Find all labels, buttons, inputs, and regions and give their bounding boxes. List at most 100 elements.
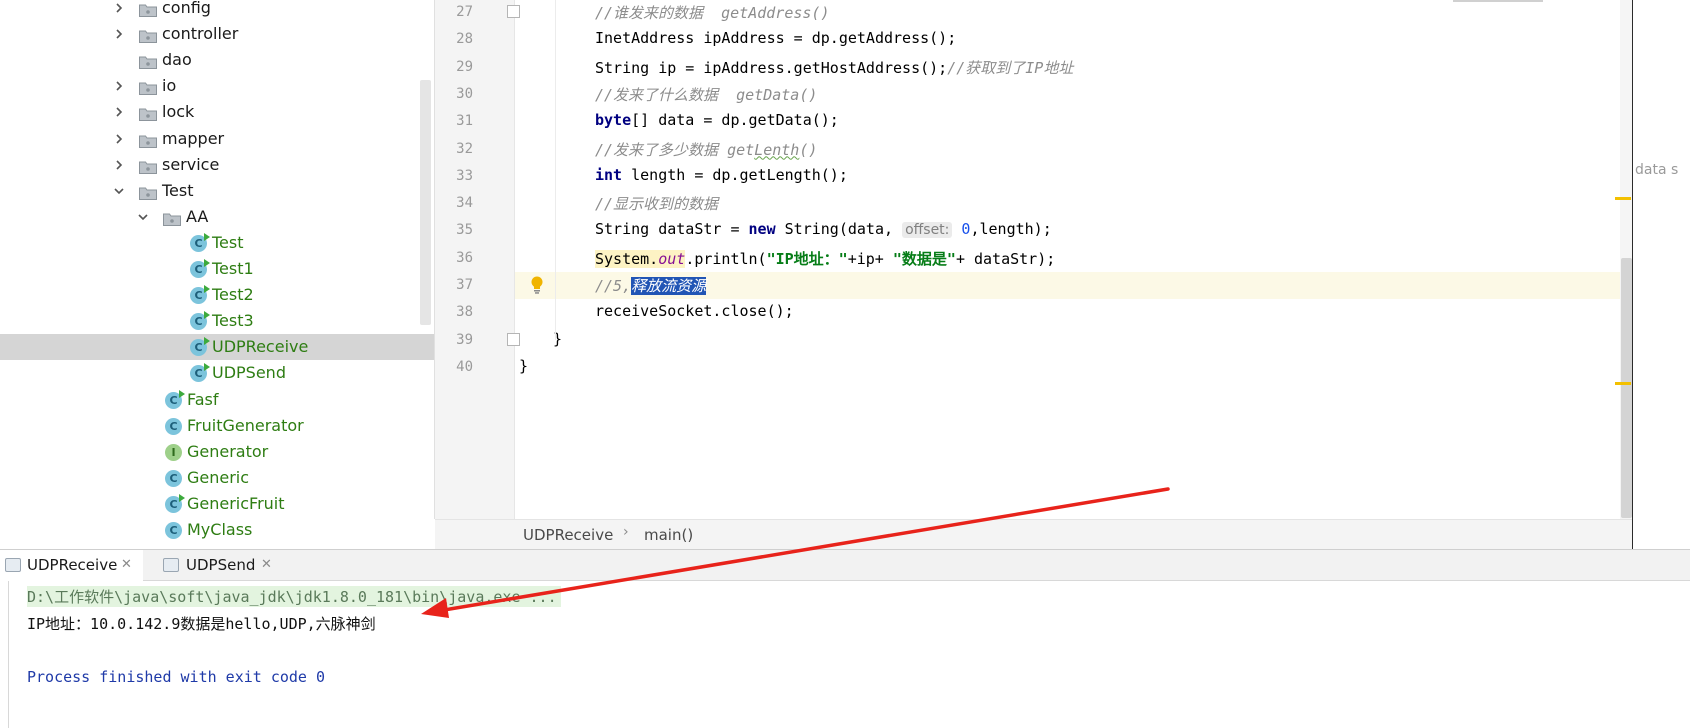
- run-tab-udpreceive[interactable]: UDPReceive ✕: [0, 550, 143, 581]
- line-number: 37: [456, 277, 473, 293]
- tree-node-aa[interactable]: AA: [0, 204, 434, 230]
- folder-icon: [139, 185, 157, 200]
- chevron-down-icon[interactable]: [113, 185, 125, 197]
- code-line[interactable]: String dataStr = new String(data, offset…: [515, 217, 1633, 244]
- close-icon[interactable]: ✕: [121, 557, 132, 572]
- fold-icon[interactable]: [507, 5, 520, 18]
- chevron-down-icon[interactable]: [137, 211, 149, 223]
- run-badge-icon: [204, 285, 210, 294]
- line-number: 34: [456, 195, 473, 212]
- divider: [1453, 0, 1543, 2]
- chevron-right-icon[interactable]: [113, 133, 125, 145]
- chevron-right-icon[interactable]: [113, 80, 125, 92]
- line-number: 36: [456, 249, 473, 266]
- class-icon: C: [190, 337, 210, 357]
- tree-node-label: AA: [186, 206, 209, 226]
- code-text: String ip = ipAddress.getHostAddress();/…: [595, 58, 1074, 77]
- tree-node-test[interactable]: Test: [0, 178, 434, 204]
- chevron-right-icon[interactable]: [113, 106, 125, 118]
- tree-node-lock[interactable]: lock: [0, 99, 434, 125]
- tree-node-test2[interactable]: C Test2: [0, 282, 434, 308]
- class-icon: C: [165, 522, 182, 539]
- tree-node-label: GenericFruit: [187, 493, 285, 513]
- tree-node-fasf[interactable]: C Fasf: [0, 387, 434, 413]
- folder-icon: [139, 28, 157, 44]
- tree-node-fruitgenerator[interactable]: C FruitGenerator: [0, 413, 434, 439]
- tree-node-label: UDPReceive: [212, 337, 309, 357]
- code-text: InetAddress ipAddress = dp.getAddress();: [595, 29, 957, 48]
- warning-marker[interactable]: [1615, 197, 1631, 200]
- tree-node-label: io: [162, 76, 177, 96]
- code-line[interactable]: //5,释放流资源: [515, 272, 1633, 299]
- code-line[interactable]: int length = dp.getLength();: [515, 163, 1633, 190]
- code-line[interactable]: //发来了什么数据 getData(): [515, 81, 1633, 108]
- run-tabs-bar: UDPReceive ✕ UDPSend ✕: [0, 549, 1690, 581]
- code-line[interactable]: }: [515, 354, 1633, 381]
- tree-node-test3[interactable]: C Test3: [0, 308, 434, 334]
- tree-node-controller[interactable]: controller: [0, 21, 434, 47]
- breadcrumb-method[interactable]: main(): [644, 526, 693, 544]
- chevron-right-icon[interactable]: [113, 28, 125, 40]
- code-text: receiveSocket.close();: [595, 302, 794, 321]
- code-text: //谁发来的数据 getAddress(): [595, 4, 830, 22]
- code-line[interactable]: System.out.println("IP地址："+ip+ "数据是"+ da…: [515, 245, 1633, 272]
- tree-node-label: Generator: [187, 441, 269, 461]
- fold-icon[interactable]: [507, 332, 520, 346]
- run-badge-icon: [179, 389, 185, 398]
- code-line[interactable]: String ip = ipAddress.getHostAddress();/…: [515, 54, 1633, 81]
- code-text: System.out.println("IP地址："+ip+ "数据是"+ da…: [595, 249, 1056, 268]
- tree-node-service[interactable]: service: [0, 152, 434, 178]
- code-line[interactable]: byte[] data = dp.getData();: [515, 108, 1633, 135]
- code-line[interactable]: InetAddress ipAddress = dp.getAddress();: [515, 26, 1633, 53]
- console-icon: [5, 558, 21, 572]
- warning-marker[interactable]: [1615, 382, 1631, 385]
- tree-node-label: Test: [162, 180, 194, 200]
- tree-node-config[interactable]: config: [0, 0, 434, 21]
- run-tab-udpsend[interactable]: UDPSend ✕: [160, 550, 285, 581]
- tree-node-mapper[interactable]: mapper: [0, 126, 434, 152]
- run-console[interactable]: D:\工作软件\java\soft\java_jdk\jdk1.8.0_181\…: [0, 581, 1690, 728]
- line-number: 28: [456, 31, 473, 48]
- editor-scrollbar-thumb[interactable]: [1621, 258, 1632, 518]
- tree-node-test1[interactable]: C Test1: [0, 256, 434, 282]
- tree-node-generic[interactable]: C Generic: [0, 465, 434, 491]
- class-icon: C: [165, 469, 182, 487]
- code-line[interactable]: }: [515, 327, 1633, 354]
- code-line[interactable]: //发来了多少数据 getLenth(): [515, 136, 1633, 163]
- tree-node-label: mapper: [162, 128, 225, 148]
- tree-node-udpreceive[interactable]: C UDPReceive: [0, 334, 434, 361]
- code-text: String dataStr = new String(data, offset…: [595, 220, 1052, 239]
- class-icon: C: [190, 311, 210, 331]
- chevron-right-icon[interactable]: [113, 159, 125, 171]
- line-number: 39: [456, 331, 473, 348]
- tree-scrollbar-thumb[interactable]: [420, 80, 431, 325]
- folder-icon: [139, 80, 157, 96]
- code-line[interactable]: //显示收到的数据: [515, 190, 1633, 217]
- tree-node-test[interactable]: C Test: [0, 230, 434, 256]
- code-line[interactable]: //谁发来的数据 getAddress(): [515, 0, 1633, 26]
- console-left-edge: [8, 581, 9, 728]
- tree-node-genericfruit[interactable]: C GenericFruit: [0, 491, 434, 517]
- line-number: 38: [456, 304, 473, 321]
- folder-icon: [163, 211, 181, 226]
- close-icon[interactable]: ✕: [261, 557, 272, 572]
- class-icon: C: [165, 493, 185, 513]
- folder-icon: [139, 133, 157, 148]
- tree-node-myclass[interactable]: C MyClass: [0, 517, 434, 543]
- tree-node-label: Test1: [212, 259, 254, 278]
- code-text: }: [519, 356, 529, 375]
- code-line[interactable]: receiveSocket.close();: [515, 299, 1633, 326]
- code-text: byte[] data = dp.getData();: [595, 111, 839, 130]
- tree-node-label: FruitGenerator: [187, 415, 304, 435]
- tree-node-label: Fasf: [187, 389, 219, 409]
- tree-node-generator[interactable]: I Generator: [0, 439, 434, 465]
- tree-node-udpsend[interactable]: C UDPSend: [0, 360, 434, 386]
- breadcrumb-class[interactable]: UDPReceive: [523, 526, 613, 544]
- tree-node-dao[interactable]: dao: [0, 47, 434, 73]
- code-editor[interactable]: 27 28 29 30 31 32 33 34 35 36 37 38 39 40 //谁发来的数据 ge…: [434, 0, 1633, 549]
- lightbulb-icon[interactable]: [530, 276, 544, 294]
- chevron-right-icon[interactable]: [113, 2, 125, 14]
- tree-node-io[interactable]: io: [0, 73, 434, 99]
- tree-node-label: UDPSend: [212, 363, 286, 383]
- indent-guide: [555, 0, 556, 340]
